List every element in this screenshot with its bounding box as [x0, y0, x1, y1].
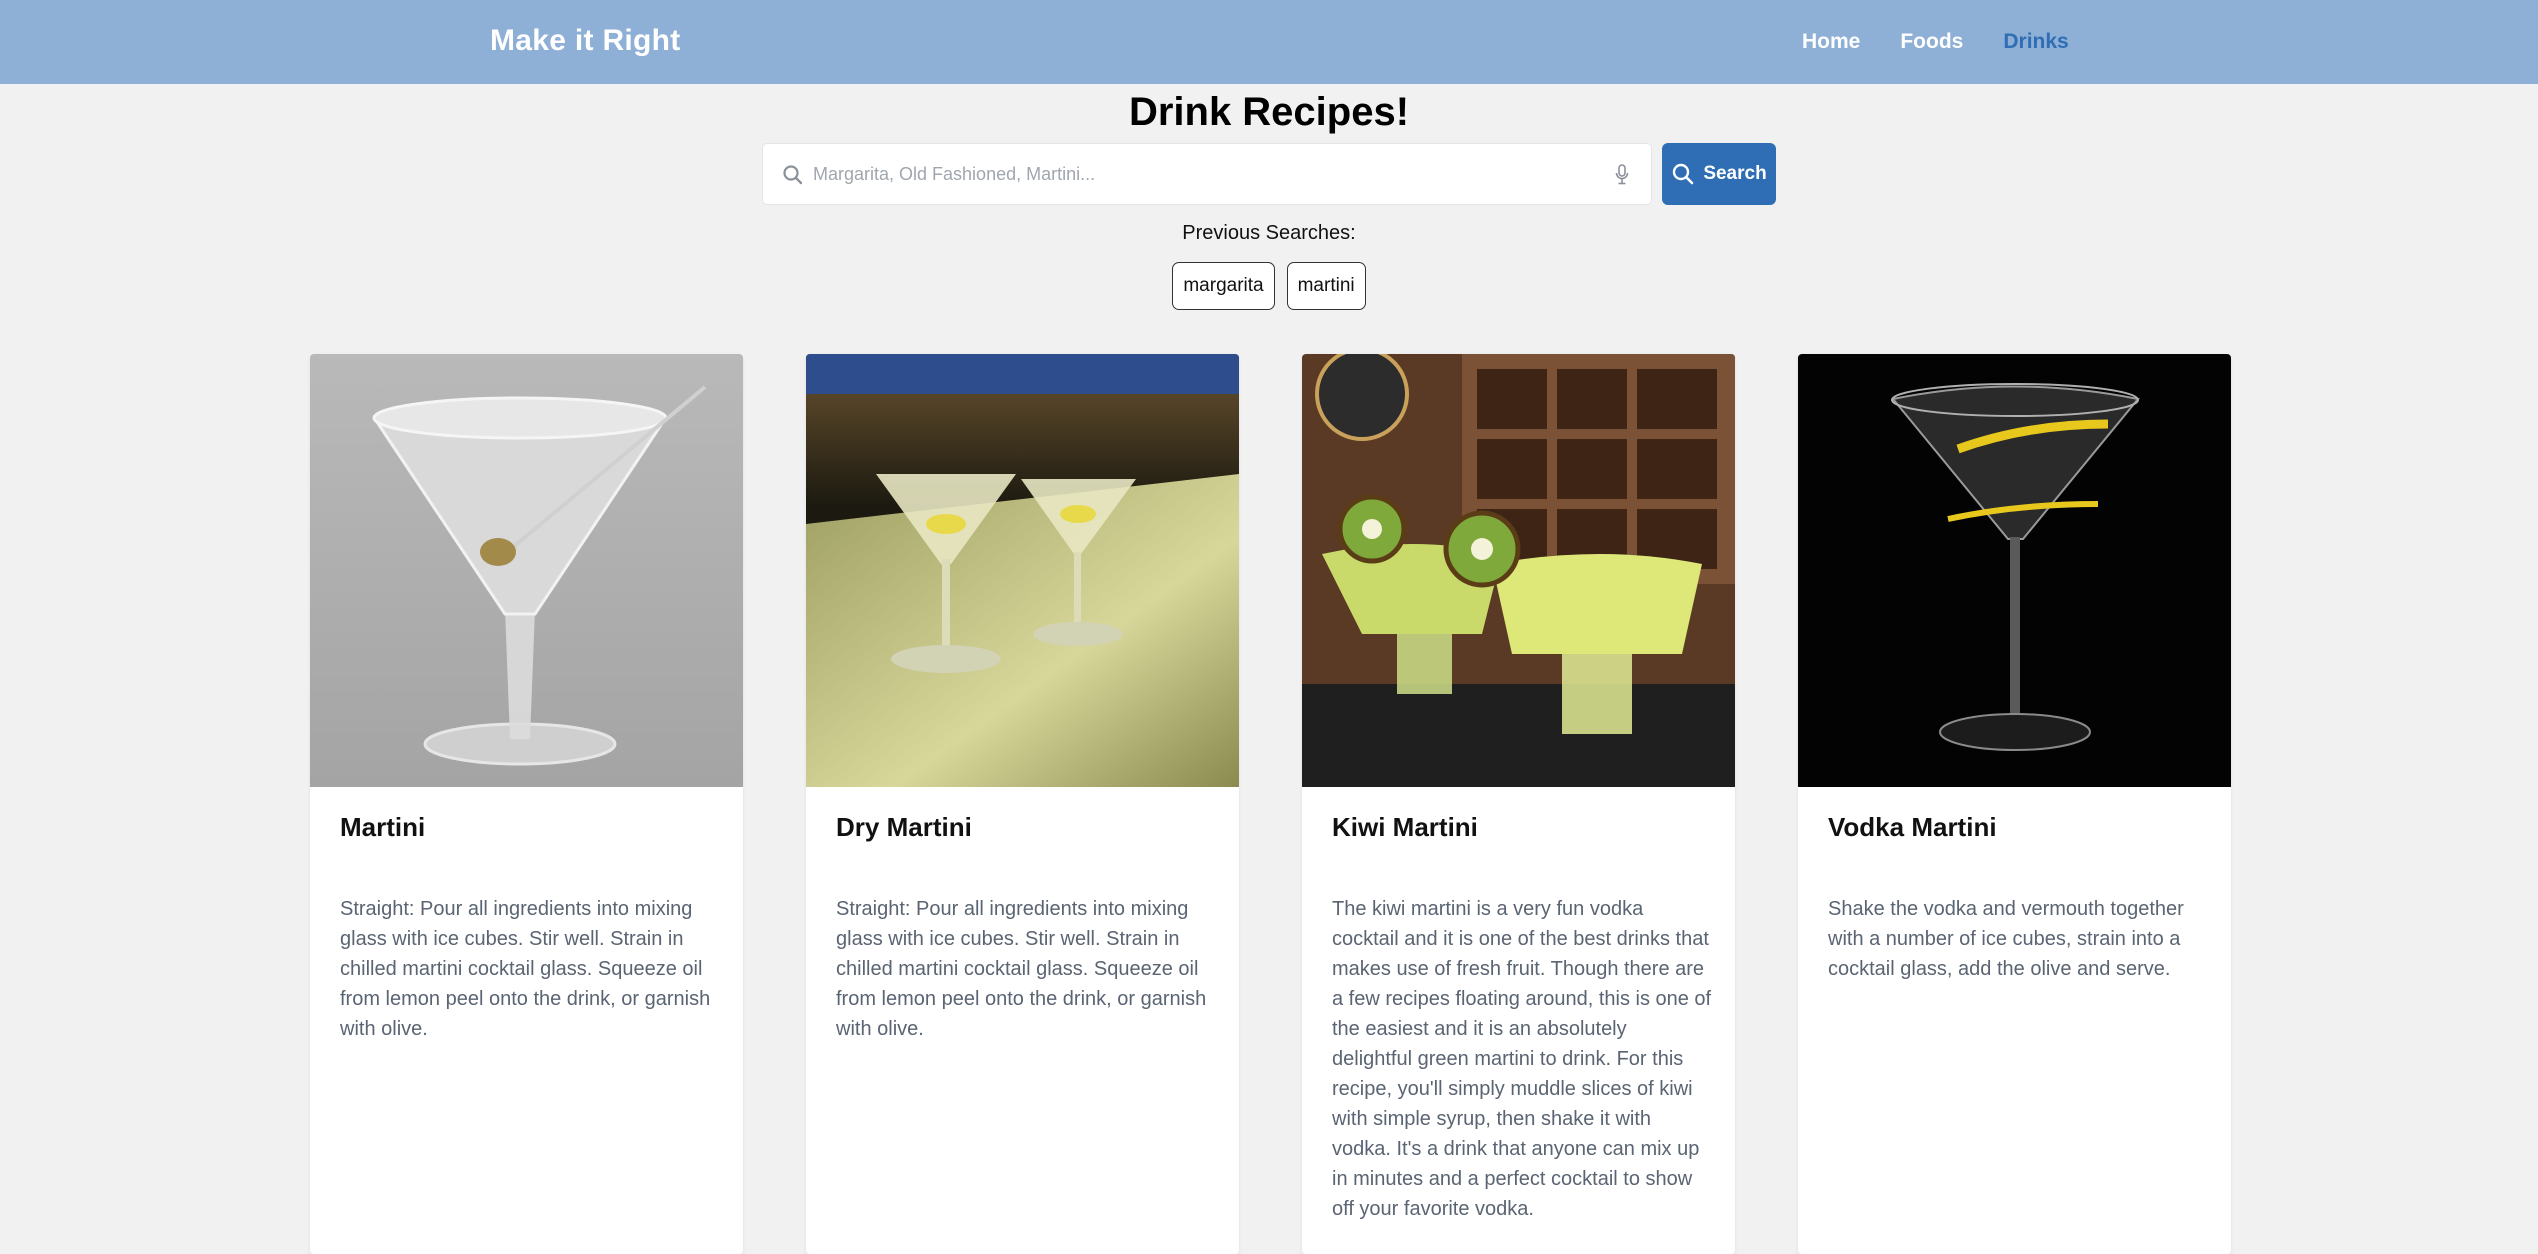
recipe-description: The kiwi martini is a very fun vodka coc… [1332, 898, 1712, 1220]
recipe-title[interactable]: Vodka Martini [1828, 812, 1997, 843]
recipe-image[interactable] [310, 354, 743, 787]
search-button[interactable]: Search [1662, 143, 1776, 205]
brand-logo[interactable]: Make it Right [490, 24, 681, 58]
recipe-card[interactable]: Kiwi Martini The kiwi martini is a very … [1302, 354, 1735, 1254]
recipe-image[interactable] [1302, 354, 1735, 787]
search-icon [1673, 163, 1694, 185]
previous-search-chip[interactable]: margarita [1172, 262, 1275, 310]
recipe-card[interactable]: Martini Straight: Pour all ingredients i… [310, 354, 743, 1254]
recipe-image[interactable] [806, 354, 1239, 787]
recipe-image[interactable] [1798, 354, 2231, 787]
recipe-title[interactable]: Martini [340, 812, 425, 843]
microphone-icon[interactable] [1613, 162, 1631, 188]
recipe-description: Shake the vodka and vermouth together wi… [1828, 898, 2184, 980]
previous-searches-list: margarita martini [0, 262, 2538, 310]
recipe-description: Straight: Pour all ingredients into mixi… [340, 898, 711, 1040]
recipe-grid: Martini Straight: Pour all ingredients i… [310, 354, 2231, 1254]
nav-link-drinks[interactable]: Drinks [2003, 30, 2068, 54]
search-button-label: Search [1703, 163, 1767, 184]
recipe-card[interactable]: Dry Martini Straight: Pour all ingredien… [806, 354, 1239, 1254]
nav-link-home[interactable]: Home [1802, 30, 1860, 54]
top-navbar: Make it Right Home Foods Drinks [0, 0, 2538, 84]
previous-searches-label: Previous Searches: [1182, 222, 1356, 244]
recipe-title[interactable]: Kiwi Martini [1332, 812, 1478, 843]
page-title: Drink Recipes! [1128, 90, 1410, 134]
recipe-card[interactable]: Vodka Martini Shake the vodka and vermou… [1798, 354, 2231, 1254]
search-box [762, 143, 1652, 205]
previous-search-chip[interactable]: martini [1286, 262, 1366, 310]
nav-link-foods[interactable]: Foods [1900, 30, 1963, 54]
nav-links: Home Foods Drinks [1802, 30, 2069, 54]
recipe-title[interactable]: Dry Martini [836, 812, 972, 843]
search-icon [783, 165, 803, 185]
search-input[interactable] [813, 154, 1573, 194]
recipe-description: Straight: Pour all ingredients into mixi… [836, 898, 1207, 1040]
